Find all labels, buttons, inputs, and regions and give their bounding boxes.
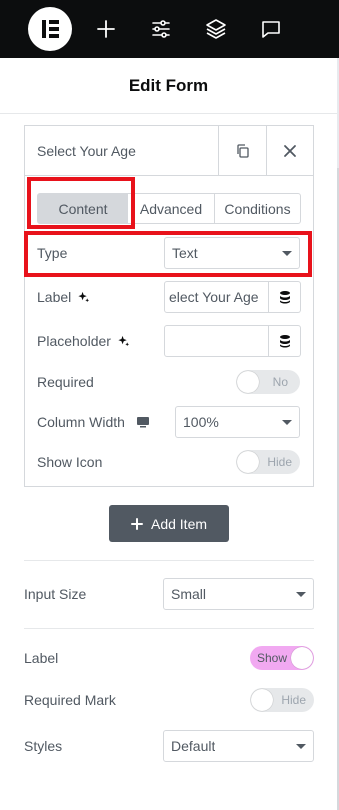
chevron-down-icon [296, 592, 306, 597]
placeholder-row-label: Placeholder [37, 331, 130, 351]
styles-label-text: Styles [24, 738, 63, 754]
divider [24, 560, 314, 561]
toggle-knob [291, 647, 313, 669]
input-size-label-text: Input Size [24, 586, 87, 602]
required-mark-toggle[interactable]: Hide [250, 688, 314, 712]
label-label-text: Label [37, 289, 72, 305]
highlight-box-content-tab [27, 177, 135, 229]
label-toggle-text: Show [257, 651, 288, 665]
tab-conditions[interactable]: Conditions [214, 194, 300, 223]
required-toggle-text: No [272, 375, 288, 389]
chat-icon[interactable] [259, 17, 283, 41]
duplicate-icon[interactable] [218, 126, 266, 175]
ai-sparkle-icon[interactable] [117, 335, 130, 348]
repeater-item-title[interactable]: Select Your Age [37, 143, 136, 159]
placeholder-label-text: Placeholder [37, 333, 111, 349]
ai-sparkle-icon[interactable] [77, 291, 90, 304]
label-row-label: Label [37, 287, 90, 307]
placeholder-input[interactable] [164, 325, 269, 357]
repeater-item-header[interactable]: Select Your Age [25, 126, 313, 176]
label-toggle[interactable]: Show [250, 646, 314, 670]
label-setting-label: Label [24, 648, 58, 668]
chevron-down-icon [296, 744, 306, 749]
required-mark-toggle-text: Hide [281, 693, 306, 707]
toggle-knob [251, 689, 273, 711]
divider [24, 628, 314, 629]
styles-value: Default [171, 738, 216, 754]
dynamic-tags-icon[interactable] [269, 281, 301, 313]
column-width-value: 100% [183, 414, 219, 430]
column-width-label-text: Column Width [37, 414, 125, 430]
plus-icon [130, 517, 143, 530]
required-mark-label-text: Required Mark [24, 692, 116, 708]
styles-label: Styles [24, 736, 62, 756]
top-toolbar [0, 0, 339, 58]
close-icon[interactable] [266, 126, 313, 175]
input-size-value: Small [171, 586, 207, 602]
column-width-label: Column Width [37, 412, 151, 432]
desktop-icon[interactable] [135, 415, 151, 429]
plus-icon[interactable] [94, 17, 118, 41]
show-icon-label: Show Icon [37, 452, 102, 472]
label-setting-label-text: Label [24, 650, 59, 666]
show-icon-label-text: Show Icon [37, 454, 103, 470]
chevron-down-icon [282, 420, 292, 425]
input-size-label: Input Size [24, 584, 86, 604]
required-mark-label: Required Mark [24, 690, 116, 710]
page-title: Edit Form [128, 76, 209, 95]
column-width-select[interactable]: 100% [175, 406, 300, 438]
sliders-icon[interactable] [149, 17, 173, 41]
tab-advanced[interactable]: Advanced [128, 194, 214, 223]
toggle-knob [237, 371, 259, 393]
required-label-text: Required [37, 374, 94, 390]
panel-header: Edit Form [0, 58, 337, 114]
required-toggle[interactable]: No [236, 370, 300, 394]
dynamic-tags-icon[interactable] [269, 325, 301, 357]
elementor-logo-icon[interactable] [28, 7, 72, 51]
label-input[interactable]: elect Your Age [164, 281, 269, 313]
toggle-knob [237, 451, 259, 473]
label-input-value: elect Your Age [169, 289, 259, 305]
required-label: Required [37, 372, 94, 392]
show-icon-toggle[interactable]: Hide [236, 450, 300, 474]
layers-icon[interactable] [204, 17, 228, 41]
add-item-button[interactable]: Add Item [109, 505, 229, 542]
input-size-select[interactable]: Small [163, 578, 314, 610]
add-item-label: Add Item [150, 515, 208, 532]
styles-select[interactable]: Default [163, 730, 314, 762]
highlight-box-type-row [24, 231, 312, 277]
show-icon-toggle-text: Hide [267, 455, 292, 469]
